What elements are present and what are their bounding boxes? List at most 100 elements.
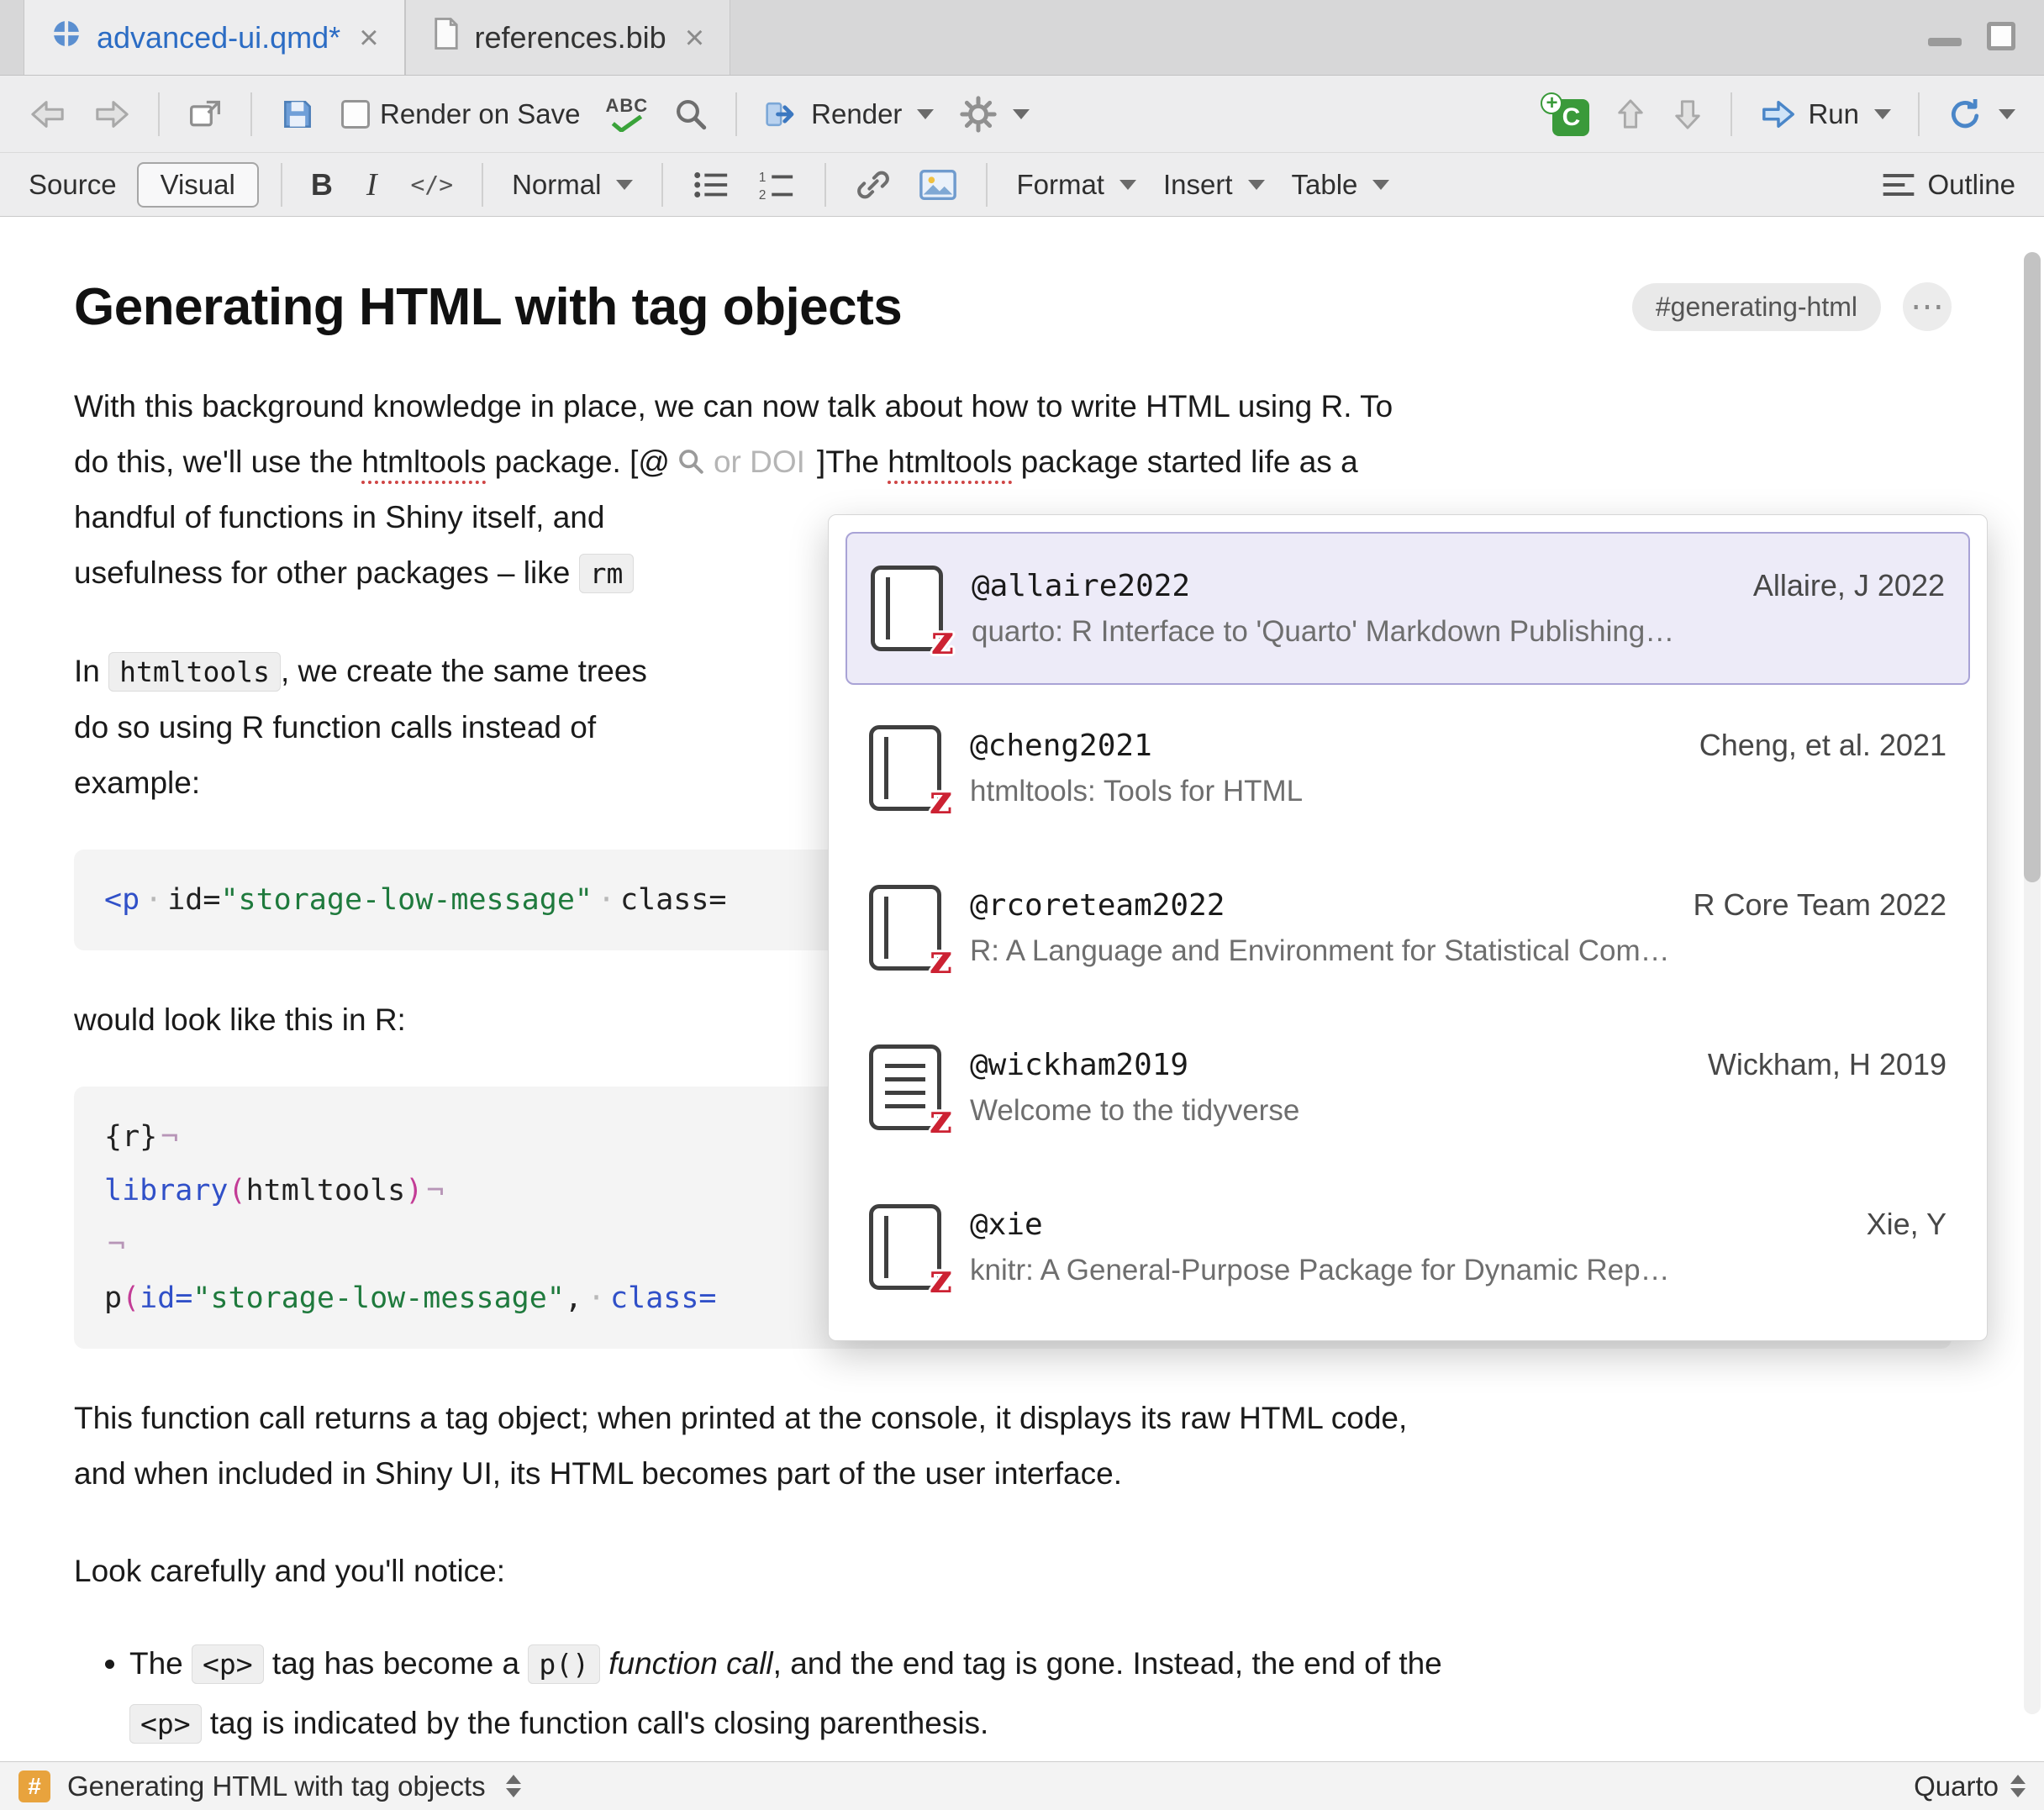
insert-menu[interactable]: Insert [1156,164,1272,206]
code-arg: id= [140,1281,192,1315]
render-settings-button[interactable] [952,90,1036,139]
maximize-icon[interactable] [1987,22,2015,50]
numbered-list-button[interactable]: 12 [751,163,803,207]
citation-title: quarto: R Interface to 'Quarto' Markdown… [972,615,1945,649]
insert-image-button[interactable] [912,163,964,207]
section-anchor-badge: #generating-html [1632,283,1881,331]
citation-autocomplete-popup: z @allaire2022 Allaire, J 2022 quarto: R… [828,514,1988,1341]
misspelled-word: htmltools [888,445,1012,479]
outline-toggle-button[interactable]: Outline [1873,163,2022,207]
paragraph-function-call: This function call returns a tag object;… [74,1391,1952,1502]
misspelled-word: htmltools [361,445,486,479]
run-button[interactable]: Run [1752,92,1898,137]
svg-text:2: 2 [759,188,766,202]
code-string: "storage-low-message" [220,883,593,917]
citation-item-xie[interactable]: z @xie Xie, Y knitr: A General-Purpose P… [829,1167,1987,1327]
outline-label: Outline [1927,169,2015,201]
code-string: "storage-low-message" [192,1281,565,1315]
source-mode-button[interactable]: Source [22,164,124,206]
citation-author: Wickham, H 2019 [1708,1047,1947,1082]
code-chunk-header: {r} [104,1120,157,1154]
text-run: This function call returns a tag object;… [74,1401,1407,1435]
vertical-scrollbar-thumb[interactable] [2024,252,2041,882]
zotero-badge-icon: z [930,780,952,820]
run-icon [1759,97,1798,132]
document-mode-label[interactable]: Quarto [1914,1771,1999,1802]
journal-icon: z [871,566,943,651]
render-icon [764,96,801,133]
tab-label: advanced-ui.qmd* [97,20,340,55]
source-document-button[interactable] [1940,91,2022,138]
tab-advanced-ui-qmd[interactable]: advanced-ui.qmd* × [24,0,405,75]
emphasized-text: function call [600,1646,773,1681]
bullet-list-button[interactable] [685,163,737,207]
close-tab-icon[interactable]: × [359,21,378,55]
chevron-down-icon[interactable] [1372,180,1389,190]
chevron-down-icon[interactable] [917,109,934,119]
chevron-down-icon[interactable] [1119,180,1136,190]
editor-tab-bar: advanced-ui.qmd* × references.bib × [0,0,2044,76]
chevron-down-icon[interactable] [616,180,633,190]
zotero-badge-icon: z [930,1099,952,1139]
code-button[interactable]: </> [404,166,461,203]
insert-menu-label: Insert [1163,169,1233,201]
table-menu[interactable]: Table [1285,164,1397,206]
close-tab-icon[interactable]: × [685,21,704,55]
section-selector-icon[interactable] [506,1775,521,1797]
render-on-save-toggle[interactable]: Render on Save [335,93,587,135]
bullet-list: The <p> tag has become a p() function ca… [74,1634,1952,1754]
text-run: , we create the same trees [281,654,647,688]
save-button[interactable] [272,91,323,138]
citation-item-allaire2022[interactable]: z @allaire2022 Allaire, J 2022 quarto: R… [846,532,1970,685]
code-tag: <p [104,883,140,917]
mode-selector-icon[interactable] [2010,1775,2026,1797]
code-paren: ) [405,1174,423,1208]
spellcheck-button[interactable]: ABC [599,92,656,137]
find-button[interactable] [666,92,715,137]
search-icon [677,447,705,476]
forward-button[interactable] [86,92,138,137]
minimize-icon[interactable] [1928,38,1962,46]
citation-item-body: @cheng2021 Cheng, et al. 2021 htmltools:… [970,728,1947,808]
more-options-button[interactable]: ⋯ [1903,282,1952,331]
citation-title: knitr: A General-Purpose Package for Dyn… [970,1254,1947,1287]
back-button[interactable] [22,92,74,137]
citation-item-rcoreteam2022[interactable]: z @rcoreteam2022 R Core Team 2022 R: A L… [829,848,1987,1008]
format-menu[interactable]: Format [1009,164,1143,206]
run-next-button[interactable] [1665,92,1710,137]
bold-button[interactable]: B [304,162,340,208]
chevron-down-icon[interactable] [1013,109,1030,119]
insert-link-button[interactable] [848,161,898,208]
paragraph-style-dropdown[interactable]: Normal [505,164,640,206]
insert-chunk-button[interactable]: +C [1534,87,1596,141]
citation-item-cheng2021[interactable]: z @cheng2021 Cheng, et al. 2021 htmltool… [829,688,1987,848]
citation-open-bracket: [@ [630,445,670,479]
current-section-label[interactable]: Generating HTML with tag objects [67,1771,486,1802]
text-run: tag is indicated by the function call's … [202,1706,989,1740]
visual-mode-button[interactable]: Visual [137,162,259,208]
line-end-mark: ¬ [157,1120,178,1154]
chevron-down-icon[interactable] [1248,180,1265,190]
citation-inline-widget[interactable]: [@or DOI] [630,445,825,479]
code-paren: ( [229,1174,246,1208]
text-run: , and the end tag is gone. Instead, the … [773,1646,1442,1681]
toolbar-right-group: +C Run [1534,87,2022,141]
render-button[interactable]: Render [757,91,940,138]
chevron-down-icon[interactable] [1999,109,2015,119]
format-toolbar: Source Visual B I </> Normal 12 Format I… [0,153,2044,217]
inline-code: htmltools [108,652,281,692]
chevron-down-icon[interactable] [1874,109,1891,119]
formatbar-right-group: Outline [1873,163,2022,207]
run-previous-button[interactable] [1608,92,1653,137]
render-on-save-checkbox[interactable] [341,100,370,129]
zotero-badge-icon: z [930,939,952,980]
tab-references-bib[interactable]: references.bib × [405,0,731,75]
italic-button[interactable]: I [353,161,391,208]
citation-item-body: @allaire2022 Allaire, J 2022 quarto: R I… [972,568,1945,649]
citation-item-wickham2019[interactable]: z @wickham2019 Wickham, H 2019 Welcome t… [829,1008,1987,1167]
toolbar-separator [250,92,252,136]
inline-code: <p> [192,1644,264,1684]
open-in-new-window-button[interactable] [180,92,230,136]
journal-icon: z [869,885,941,971]
citation-close-bracket: ] [817,445,825,479]
